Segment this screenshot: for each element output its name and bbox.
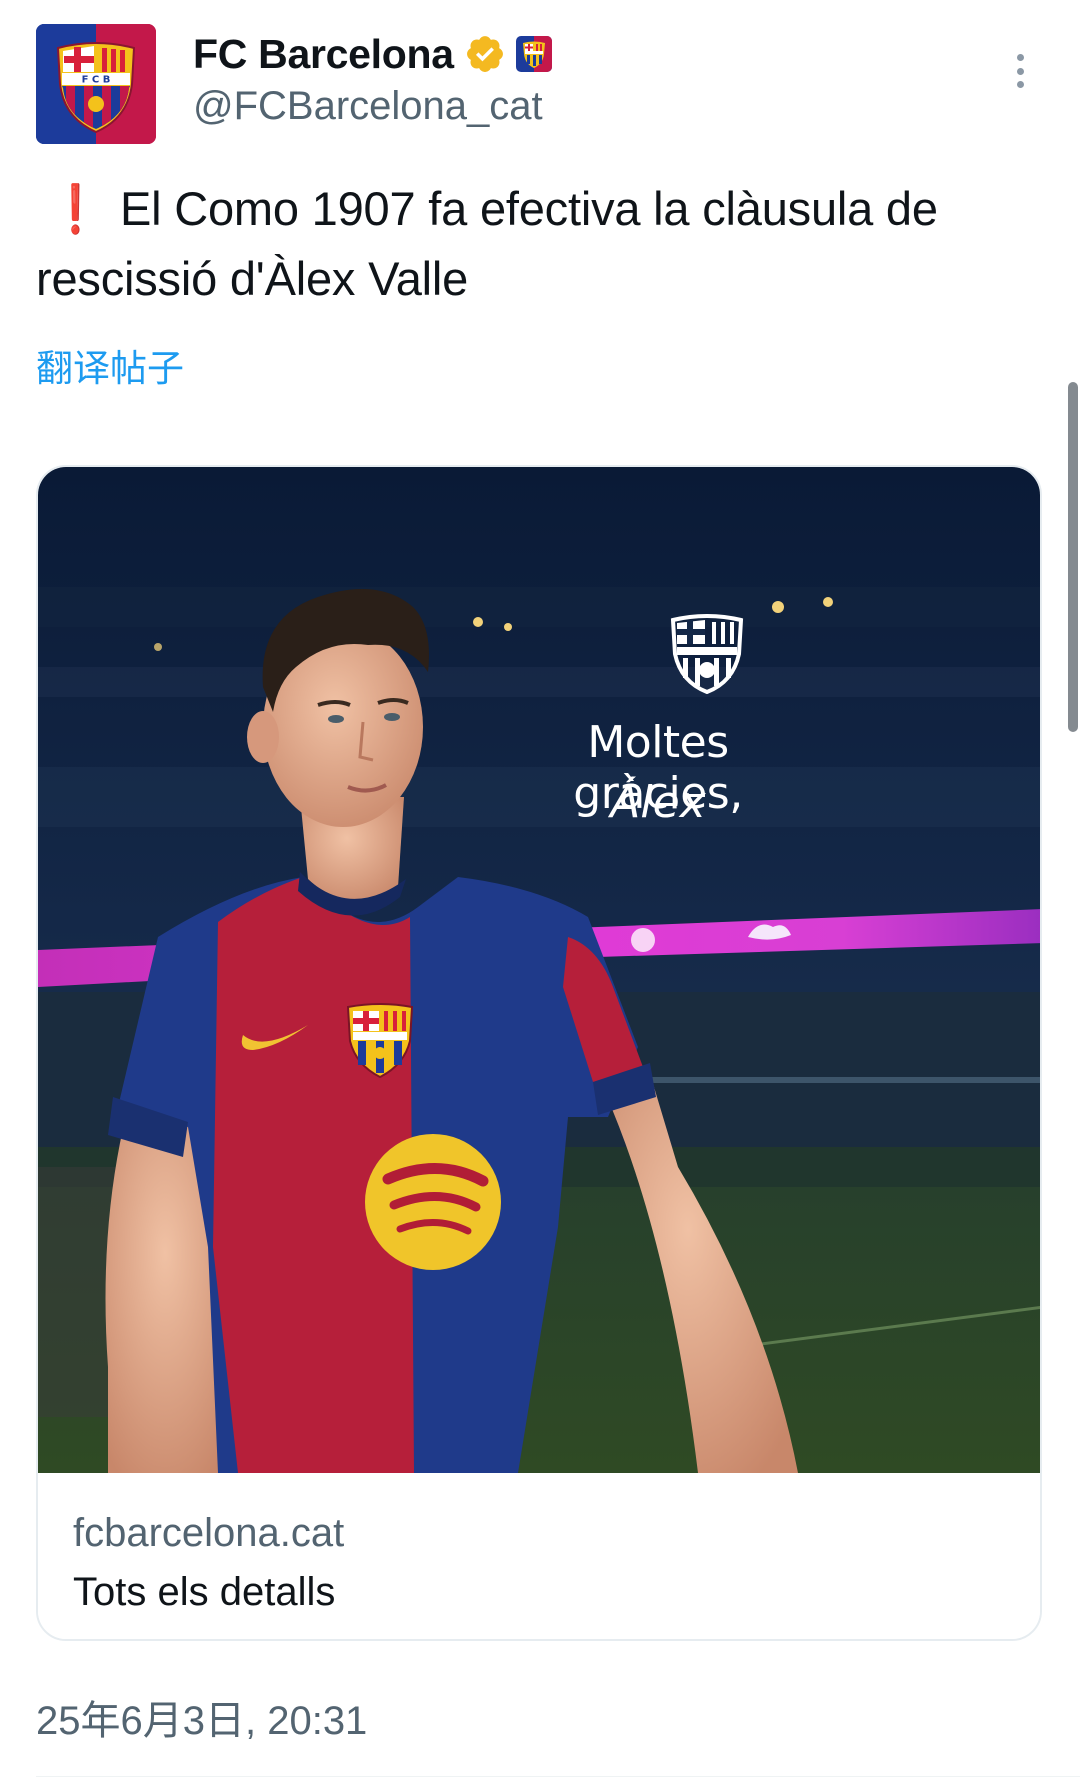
translate-post-link[interactable]: 翻译帖子 xyxy=(36,338,184,392)
verified-badge-icon[interactable] xyxy=(464,33,506,75)
divider xyxy=(36,1776,1080,1777)
tweet-body: El Como 1907 fa efectiva la clàusula de … xyxy=(36,182,938,305)
more-vertical-icon[interactable] xyxy=(1000,46,1040,96)
fcb-affiliate-badge-icon[interactable] xyxy=(515,36,552,72)
avatar[interactable]: F C B xyxy=(36,24,156,144)
tweet-text: ❗ El Como 1907 fa efectiva la clàusula de… xyxy=(36,174,1036,314)
card-domain: fcbarcelona.cat xyxy=(73,1511,345,1555)
player-photo xyxy=(38,467,1040,1473)
fcb-crest-outline-icon xyxy=(670,614,744,694)
link-card[interactable]: Moltes gràcies, Álex fcbarcelona.cat Tot… xyxy=(36,465,1042,1641)
name-row: FC Barcelona xyxy=(193,26,552,82)
more-dot xyxy=(1016,81,1024,88)
card-image[interactable]: Moltes gràcies, Álex xyxy=(38,467,1040,1473)
fcb-crest-icon: F C B xyxy=(36,24,156,144)
alert-icon: ❗ xyxy=(52,182,99,235)
more-dot xyxy=(1016,54,1024,61)
svg-text:F C B: F C B xyxy=(82,75,111,86)
card-footer[interactable]: fcbarcelona.cat Tots els detalls xyxy=(38,1473,1040,1639)
card-title: Tots els detalls xyxy=(73,1570,336,1614)
display-name[interactable]: FC Barcelona xyxy=(193,31,454,78)
user-handle[interactable]: @FCBarcelona_cat xyxy=(193,84,543,129)
image-caption-line2: Álex xyxy=(610,777,706,828)
post-timestamp[interactable]: 25年6月3日, 20:31 xyxy=(36,1688,367,1746)
more-dot xyxy=(1016,67,1024,75)
scrollbar[interactable] xyxy=(1068,382,1078,732)
